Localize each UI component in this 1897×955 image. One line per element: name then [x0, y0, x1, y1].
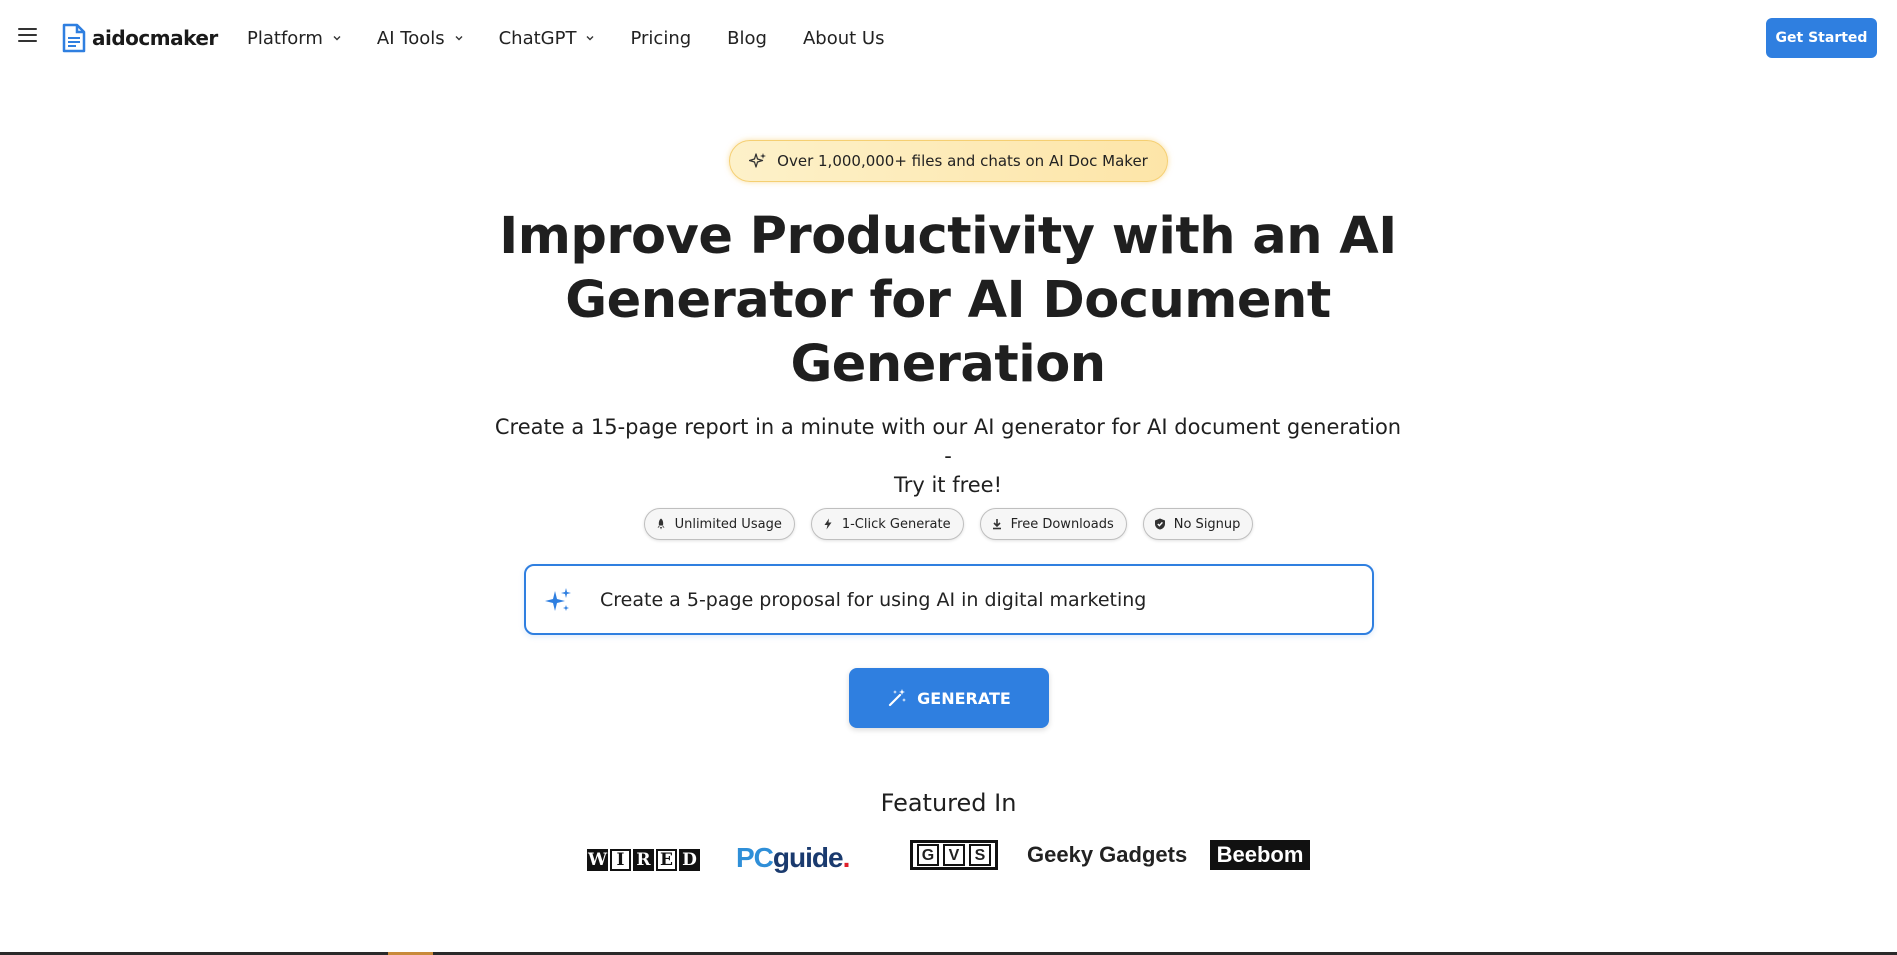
brand-name: aidocmaker: [92, 26, 218, 50]
press-logos: WIRED PCguide. G V S Geeky Gadgets Beebo…: [0, 838, 1897, 874]
gvs-letter: S: [969, 844, 991, 866]
hero-subtitle: Create a 15-page report in a minute with…: [488, 413, 1408, 500]
wired-letter: E: [656, 849, 677, 871]
chevron-down-icon: [455, 36, 463, 41]
prompt-input[interactable]: [600, 566, 1360, 633]
feature-pills: Unlimited Usage 1-Click Generate Free Do…: [0, 508, 1897, 540]
rocket-icon: [657, 518, 665, 530]
nav-label: ChatGPT: [498, 27, 577, 49]
hero-title: Improve Productivity with an AI Generato…: [448, 205, 1448, 397]
chevron-down-icon: [333, 36, 341, 41]
prompt-box: [524, 564, 1374, 635]
feature-pill-unlimited-usage: Unlimited Usage: [643, 508, 795, 540]
wired-logo: WIRED: [587, 849, 700, 871]
wired-letter: I: [610, 849, 631, 871]
wired-letter: W: [587, 849, 608, 871]
nav-platform[interactable]: Platform: [247, 28, 341, 49]
geeky-gadgets-logo: Geeky Gadgets: [1027, 842, 1188, 867]
feature-pill-free-downloads: Free Downloads: [979, 508, 1127, 540]
stats-badge-text: Over 1,000,000+ files and chats on AI Do…: [777, 152, 1148, 170]
pcguide-logo: PCguide.: [736, 842, 851, 874]
bolt-icon: [824, 518, 832, 530]
wired-letter: R: [633, 849, 654, 871]
nav-label: AI Tools: [376, 27, 445, 49]
nav-ai-tools[interactable]: AI Tools: [377, 28, 463, 49]
feature-pill-label: Free Downloads: [1010, 516, 1114, 532]
document-logo-icon: [62, 23, 86, 53]
chevron-down-icon: [586, 36, 594, 41]
pcguide-logo-dot: .: [842, 842, 851, 873]
brand-logo[interactable]: aidocmaker: [62, 23, 218, 53]
feature-pill-label: Unlimited Usage: [674, 516, 782, 532]
generate-button[interactable]: GENERATE: [849, 668, 1049, 728]
ai-sparkle-icon: [545, 588, 571, 611]
nav-pricing[interactable]: Pricing: [630, 28, 691, 49]
hero-title-line: Generator for AI Document: [565, 271, 1331, 330]
nav-label: About Us: [802, 27, 885, 49]
wired-letter: D: [679, 849, 700, 871]
beebom-logo: Beebom: [1210, 840, 1310, 870]
nav-blog[interactable]: Blog: [727, 28, 767, 49]
featured-in-title: Featured In: [880, 789, 1017, 817]
hero-title-line: Improve Productivity with an AI: [499, 207, 1397, 266]
sparkles-icon: [749, 153, 767, 168]
feature-pill-one-click: 1-Click Generate: [810, 508, 964, 540]
main-nav: Platform AI Tools ChatGPT Pricing Blog A…: [247, 0, 920, 76]
pcguide-logo-rest: guide: [772, 842, 844, 873]
magic-wand-icon: [889, 689, 907, 707]
nav-label: Pricing: [630, 27, 692, 49]
shield-check-icon: [1154, 518, 1165, 530]
gvs-letter: G: [917, 844, 939, 866]
get-started-button[interactable]: Get Started: [1766, 18, 1877, 58]
nav-about-us[interactable]: About Us: [803, 28, 885, 49]
generate-button-label: GENERATE: [917, 688, 1011, 708]
nav-label: Platform: [247, 27, 323, 49]
feature-pill-label: No Signup: [1173, 516, 1241, 532]
nav-label: Blog: [727, 27, 767, 49]
feature-pill-no-signup: No Signup: [1142, 508, 1254, 540]
site-header: aidocmaker Platform AI Tools ChatGPT Pri…: [0, 0, 1897, 76]
hero-subtitle-line: Try it free!: [893, 473, 1003, 497]
nav-chatgpt[interactable]: ChatGPT: [499, 28, 595, 49]
hero-title-line: Generation: [790, 335, 1106, 394]
download-icon: [992, 519, 1001, 530]
pcguide-logo-pc: PC: [736, 842, 774, 873]
feature-pill-label: 1-Click Generate: [841, 516, 951, 532]
hero-subtitle-line: Create a 15-page report in a minute with…: [494, 415, 1402, 468]
stats-badge: Over 1,000,000+ files and chats on AI Do…: [729, 140, 1168, 182]
gvs-logo: G V S: [910, 840, 998, 870]
gvs-letter: V: [943, 844, 965, 866]
hamburger-menu-icon[interactable]: [18, 28, 38, 44]
